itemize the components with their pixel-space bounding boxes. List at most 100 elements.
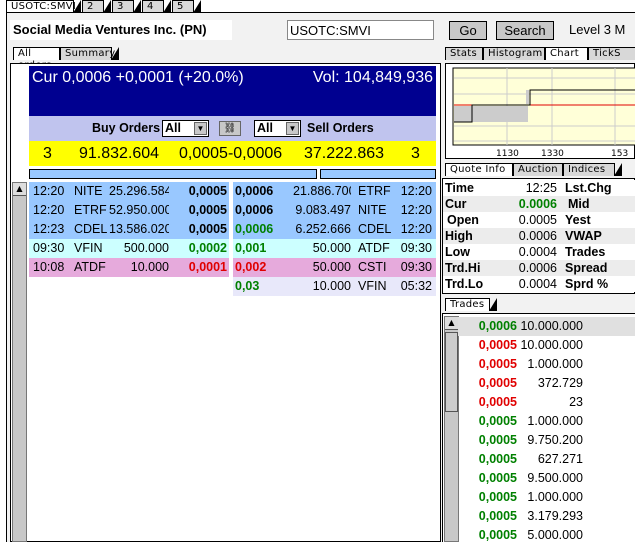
link-icon[interactable]: ⛓	[219, 121, 241, 136]
trade-price: 0,0005	[478, 490, 517, 504]
scroll-thumb[interactable]	[445, 332, 458, 412]
trade-row[interactable]: 0,0005 627.271	[458, 450, 635, 469]
sell-order-row[interactable]: 0,0006 9.083.497 NITE 12:20	[233, 201, 436, 220]
quote-value: 12:25	[525, 181, 557, 195]
quote-value: 0.0006	[518, 261, 557, 275]
tab-histogram[interactable]: Histogram	[483, 47, 552, 60]
quote-row: Cur 0.0006 Mid	[443, 196, 635, 212]
orders-scrollbar[interactable]: ▲	[12, 182, 27, 542]
order-time: 12:23	[33, 222, 65, 236]
trade-price: 0,0005	[478, 357, 517, 371]
trade-row[interactable]: 0,0006 10.000.000	[458, 317, 635, 336]
trade-row[interactable]: 0,0005 5.000.000	[458, 526, 635, 545]
trade-row[interactable]: 0,0005 10.000.000	[458, 336, 635, 355]
market-maker: VFIN	[74, 241, 103, 255]
market-maker: NITE	[74, 184, 103, 198]
market-maker: ETRF	[358, 184, 391, 198]
order-price: 0,0005	[188, 222, 227, 236]
order-price: 0,03	[235, 279, 260, 293]
buy-filter-select[interactable]: All ▼	[162, 120, 209, 137]
sell-order-row[interactable]: 0,0006 21.886.700 ETRF 12:20	[233, 182, 436, 201]
trade-row[interactable]: 0,0005 1.000.000	[458, 355, 635, 374]
tab-chart[interactable]: Chart	[545, 47, 595, 60]
sell-order-row[interactable]: 0,0006 6.252.666 CDEL 12:20	[233, 220, 436, 239]
tab-quote-info[interactable]: Quote Info	[445, 163, 520, 176]
order-quantity: 21.886.700	[293, 184, 351, 198]
tab-stats[interactable]: Stats	[445, 47, 490, 60]
sell-order-row[interactable]: 0,002 50.000 CSTI 09:30	[233, 258, 436, 277]
buy-orders-label: Buy Orders	[92, 121, 161, 135]
buy-order-row[interactable]: 12:23 CDEL 13.586.020 0,0005	[29, 220, 229, 239]
order-time: 12:20	[400, 203, 432, 217]
sell-filter-select[interactable]: All ▼	[254, 120, 301, 137]
trade-price: 0,0005	[478, 414, 517, 428]
symbol-input[interactable]	[287, 20, 434, 40]
trade-row[interactable]: 0,0005 372.729	[458, 374, 635, 393]
sell-order-row[interactable]: 0,03 10.000 VFIN 05:32	[233, 277, 436, 296]
trade-quantity: 3.179.293	[527, 509, 583, 523]
buy-count: 3	[43, 145, 52, 162]
trade-row[interactable]: 0,0005 1.000.000	[458, 488, 635, 507]
order-quantity: 52.950.000	[109, 203, 169, 217]
trade-quantity: 9.500.000	[527, 471, 583, 485]
chevron-down-icon: ▼	[286, 122, 299, 135]
buy-order-row[interactable]: 10:08 ATDF 10.000 0,0001	[29, 258, 229, 277]
trade-quantity: 1.000.000	[527, 490, 583, 504]
buy-order-row[interactable]: 12:20 ETRF 52.950.000 0,0005	[29, 201, 229, 220]
buy-order-row[interactable]: 12:20 NITE 25.296.584 0,0005	[29, 182, 229, 201]
go-button[interactable]: Go	[449, 21, 487, 40]
buy-order-row[interactable]: 09:30 VFIN 500.000 0,0002	[29, 239, 229, 258]
trade-row[interactable]: 0,0005 9.500.000	[458, 469, 635, 488]
quote-row: High 0.0006 VWAP	[443, 228, 635, 244]
quote-row: Time 12:25 Lst.Chg	[443, 180, 635, 196]
scroll-up-arrow-icon[interactable]: ▲	[13, 183, 26, 196]
quote-label: Trd.Hi	[445, 261, 481, 275]
quote-label: Trades	[565, 245, 606, 259]
trades-scrollbar[interactable]: ▲	[444, 316, 459, 542]
trade-row[interactable]: 0,0005 9.750.200	[458, 431, 635, 450]
spread-range: 0,0005-0,0006	[179, 145, 283, 162]
tab-auction[interactable]: Auction	[513, 163, 570, 176]
quote-row: Open 0.0005 Yest	[443, 212, 635, 228]
trade-price: 0,0005	[478, 509, 517, 523]
quote-label: Yest	[565, 213, 591, 227]
x-tick-label: 153	[611, 149, 628, 159]
trade-row[interactable]: 0,0005 1.000.000	[458, 412, 635, 431]
quote-label: Open	[447, 213, 479, 227]
search-button[interactable]: Search	[496, 21, 554, 40]
sell-depth-bar	[320, 169, 436, 179]
tab-summary[interactable]: Summary	[60, 47, 119, 60]
tab-trades[interactable]: Trades	[445, 298, 497, 311]
buy-filter-value: All	[165, 121, 181, 135]
volume-bar	[454, 106, 528, 122]
market-maker: ATDF	[74, 260, 106, 274]
trade-row[interactable]: 0,0005 3.179.293	[458, 507, 635, 526]
order-price: 0,0001	[188, 260, 227, 274]
market-maker: ETRF	[74, 203, 107, 217]
trade-price: 0,0005	[478, 395, 517, 409]
sell-quantity: 37.222.863	[304, 145, 385, 162]
filter-bar: Buy Orders All ▼ ⛓ All ▼ Sell Orders	[29, 116, 436, 141]
tab-ticks[interactable]: TickS	[588, 47, 635, 60]
quote-value: 0.0004	[518, 277, 557, 291]
trade-row[interactable]: 0,0005 23	[458, 393, 635, 412]
quote-label: Sprd %	[565, 277, 609, 291]
order-quantity: 500.000	[123, 241, 169, 255]
chart-panel: 1130 1330 153	[445, 63, 635, 159]
tab-all-orders[interactable]: All orders	[13, 47, 67, 71]
trade-quantity: 10.000.000	[520, 338, 583, 352]
order-quantity: 25.296.584	[109, 184, 169, 198]
sell-order-row[interactable]: 0,001 50.000 ATDF 09:30	[233, 239, 436, 258]
trade-quantity: 372.729	[537, 376, 583, 390]
tab-indices[interactable]: Indices	[563, 163, 622, 176]
order-time: 09:30	[400, 241, 432, 255]
order-quantity: 6.252.666	[295, 222, 351, 236]
quote-value: 0.0006	[518, 197, 557, 211]
scroll-up-arrow-icon[interactable]: ▲	[445, 317, 458, 330]
quote-label: Low	[445, 245, 470, 259]
sell-filter-value: All	[257, 121, 273, 135]
trade-quantity: 5.000.000	[527, 528, 583, 542]
trade-price: 0,0005	[478, 433, 517, 447]
quote-label: High	[445, 229, 473, 243]
trade-price: 0,0005	[478, 338, 517, 352]
